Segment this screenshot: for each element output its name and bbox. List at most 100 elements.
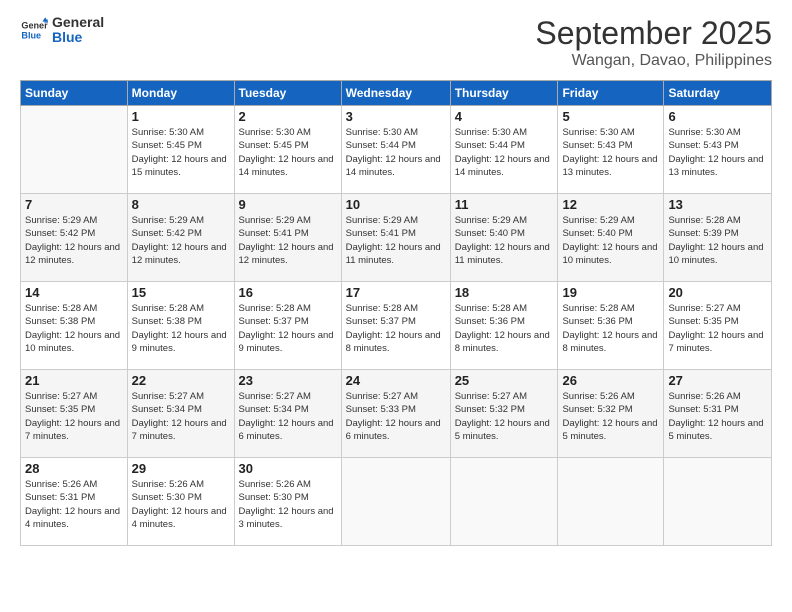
day-number: 28 [25, 461, 123, 476]
svg-text:General: General [21, 21, 48, 31]
day-number: 24 [346, 373, 446, 388]
table-row [558, 458, 664, 546]
day-info: Sunrise: 5:30 AM Sunset: 5:43 PM Dayligh… [562, 126, 659, 179]
day-number: 21 [25, 373, 123, 388]
logo-icon: General Blue [20, 16, 48, 44]
day-info: Sunrise: 5:27 AM Sunset: 5:35 PM Dayligh… [668, 302, 767, 355]
table-row: 1 Sunrise: 5:30 AM Sunset: 5:45 PM Daylig… [127, 106, 234, 194]
day-number: 13 [668, 197, 767, 212]
calendar-table: Sunday Monday Tuesday Wednesday Thursday… [20, 80, 772, 546]
table-row: 24 Sunrise: 5:27 AM Sunset: 5:33 PM Dayli… [341, 370, 450, 458]
col-wednesday: Wednesday [341, 81, 450, 106]
day-info: Sunrise: 5:28 AM Sunset: 5:37 PM Dayligh… [239, 302, 337, 355]
page-header: General Blue General Blue September 2025… [20, 15, 772, 70]
logo-line2: Blue [52, 30, 104, 45]
day-info: Sunrise: 5:30 AM Sunset: 5:43 PM Dayligh… [668, 126, 767, 179]
calendar-week-row: 28Sunrise: 5:26 AM Sunset: 5:31 PM Dayli… [21, 458, 772, 546]
calendar-header-row: Sunday Monday Tuesday Wednesday Thursday… [21, 81, 772, 106]
col-monday: Monday [127, 81, 234, 106]
table-row [450, 458, 558, 546]
day-info: Sunrise: 5:28 AM Sunset: 5:38 PM Dayligh… [132, 302, 230, 355]
day-number: 3 [346, 109, 446, 124]
day-number: 16 [239, 285, 337, 300]
title-block: September 2025 Wangan, Davao, Philippine… [535, 15, 772, 70]
day-number: 15 [132, 285, 230, 300]
day-number: 7 [25, 197, 123, 212]
day-number: 20 [668, 285, 767, 300]
col-friday: Friday [558, 81, 664, 106]
day-number: 27 [668, 373, 767, 388]
table-row: 28Sunrise: 5:26 AM Sunset: 5:31 PM Dayli… [21, 458, 128, 546]
day-info: Sunrise: 5:26 AM Sunset: 5:30 PM Dayligh… [132, 478, 230, 531]
table-row: 9 Sunrise: 5:29 AM Sunset: 5:41 PM Daylig… [234, 194, 341, 282]
day-info: Sunrise: 5:26 AM Sunset: 5:32 PM Dayligh… [562, 390, 659, 443]
table-row: 27 Sunrise: 5:26 AM Sunset: 5:31 PM Dayli… [664, 370, 772, 458]
day-number: 9 [239, 197, 337, 212]
day-number: 18 [455, 285, 554, 300]
day-info: Sunrise: 5:28 AM Sunset: 5:39 PM Dayligh… [668, 214, 767, 267]
day-info: Sunrise: 5:26 AM Sunset: 5:31 PM Dayligh… [668, 390, 767, 443]
table-row: 23 Sunrise: 5:27 AM Sunset: 5:34 PM Dayli… [234, 370, 341, 458]
table-row: 21 Sunrise: 5:27 AM Sunset: 5:35 PM Dayli… [21, 370, 128, 458]
table-row: 22Sunrise: 5:27 AM Sunset: 5:34 PM Dayli… [127, 370, 234, 458]
table-row: 29Sunrise: 5:26 AM Sunset: 5:30 PM Dayli… [127, 458, 234, 546]
table-row: 25 Sunrise: 5:27 AM Sunset: 5:32 PM Dayli… [450, 370, 558, 458]
table-row: 13 Sunrise: 5:28 AM Sunset: 5:39 PM Dayli… [664, 194, 772, 282]
table-row: 8Sunrise: 5:29 AM Sunset: 5:42 PM Daylig… [127, 194, 234, 282]
day-info: Sunrise: 5:30 AM Sunset: 5:44 PM Dayligh… [346, 126, 446, 179]
table-row: 7 Sunrise: 5:29 AM Sunset: 5:42 PM Daylig… [21, 194, 128, 282]
day-number: 11 [455, 197, 554, 212]
day-number: 1 [132, 109, 230, 124]
day-info: Sunrise: 5:29 AM Sunset: 5:40 PM Dayligh… [455, 214, 554, 267]
table-row [341, 458, 450, 546]
day-number: 12 [562, 197, 659, 212]
table-row: 16 Sunrise: 5:28 AM Sunset: 5:37 PM Dayli… [234, 282, 341, 370]
day-info: Sunrise: 5:29 AM Sunset: 5:41 PM Dayligh… [346, 214, 446, 267]
table-row: 3 Sunrise: 5:30 AM Sunset: 5:44 PM Daylig… [341, 106, 450, 194]
day-info: Sunrise: 5:27 AM Sunset: 5:34 PM Dayligh… [239, 390, 337, 443]
table-row: 19Sunrise: 5:28 AM Sunset: 5:36 PM Dayli… [558, 282, 664, 370]
day-info: Sunrise: 5:30 AM Sunset: 5:45 PM Dayligh… [239, 126, 337, 179]
table-row: 26Sunrise: 5:26 AM Sunset: 5:32 PM Dayli… [558, 370, 664, 458]
table-row: 11 Sunrise: 5:29 AM Sunset: 5:40 PM Dayli… [450, 194, 558, 282]
day-info: Sunrise: 5:28 AM Sunset: 5:38 PM Dayligh… [25, 302, 123, 355]
day-number: 6 [668, 109, 767, 124]
day-info: Sunrise: 5:27 AM Sunset: 5:34 PM Dayligh… [132, 390, 230, 443]
day-number: 17 [346, 285, 446, 300]
day-number: 8 [132, 197, 230, 212]
month-title: September 2025 [535, 15, 772, 52]
day-number: 5 [562, 109, 659, 124]
table-row: 17 Sunrise: 5:28 AM Sunset: 5:37 PM Dayli… [341, 282, 450, 370]
day-info: Sunrise: 5:28 AM Sunset: 5:37 PM Dayligh… [346, 302, 446, 355]
day-number: 14 [25, 285, 123, 300]
day-info: Sunrise: 5:29 AM Sunset: 5:41 PM Dayligh… [239, 214, 337, 267]
day-info: Sunrise: 5:26 AM Sunset: 5:30 PM Dayligh… [239, 478, 337, 531]
table-row: 30Sunrise: 5:26 AM Sunset: 5:30 PM Dayli… [234, 458, 341, 546]
logo-line1: General [52, 15, 104, 30]
day-info: Sunrise: 5:29 AM Sunset: 5:42 PM Dayligh… [25, 214, 123, 267]
day-info: Sunrise: 5:28 AM Sunset: 5:36 PM Dayligh… [562, 302, 659, 355]
location-subtitle: Wangan, Davao, Philippines [535, 52, 772, 70]
table-row: 2 Sunrise: 5:30 AM Sunset: 5:45 PM Daylig… [234, 106, 341, 194]
day-info: Sunrise: 5:29 AM Sunset: 5:40 PM Dayligh… [562, 214, 659, 267]
table-row: 18 Sunrise: 5:28 AM Sunset: 5:36 PM Dayli… [450, 282, 558, 370]
day-info: Sunrise: 5:28 AM Sunset: 5:36 PM Dayligh… [455, 302, 554, 355]
table-row [664, 458, 772, 546]
day-info: Sunrise: 5:27 AM Sunset: 5:32 PM Dayligh… [455, 390, 554, 443]
table-row: 14 Sunrise: 5:28 AM Sunset: 5:38 PM Dayli… [21, 282, 128, 370]
day-info: Sunrise: 5:30 AM Sunset: 5:44 PM Dayligh… [455, 126, 554, 179]
col-saturday: Saturday [664, 81, 772, 106]
day-number: 10 [346, 197, 446, 212]
col-sunday: Sunday [21, 81, 128, 106]
table-row: 15 Sunrise: 5:28 AM Sunset: 5:38 PM Dayli… [127, 282, 234, 370]
day-number: 25 [455, 373, 554, 388]
table-row: 5 Sunrise: 5:30 AM Sunset: 5:43 PM Daylig… [558, 106, 664, 194]
day-info: Sunrise: 5:27 AM Sunset: 5:35 PM Dayligh… [25, 390, 123, 443]
day-number: 23 [239, 373, 337, 388]
day-number: 2 [239, 109, 337, 124]
table-row [21, 106, 128, 194]
calendar-week-row: 1 Sunrise: 5:30 AM Sunset: 5:45 PM Daylig… [21, 106, 772, 194]
col-thursday: Thursday [450, 81, 558, 106]
day-info: Sunrise: 5:30 AM Sunset: 5:45 PM Dayligh… [132, 126, 230, 179]
day-info: Sunrise: 5:27 AM Sunset: 5:33 PM Dayligh… [346, 390, 446, 443]
